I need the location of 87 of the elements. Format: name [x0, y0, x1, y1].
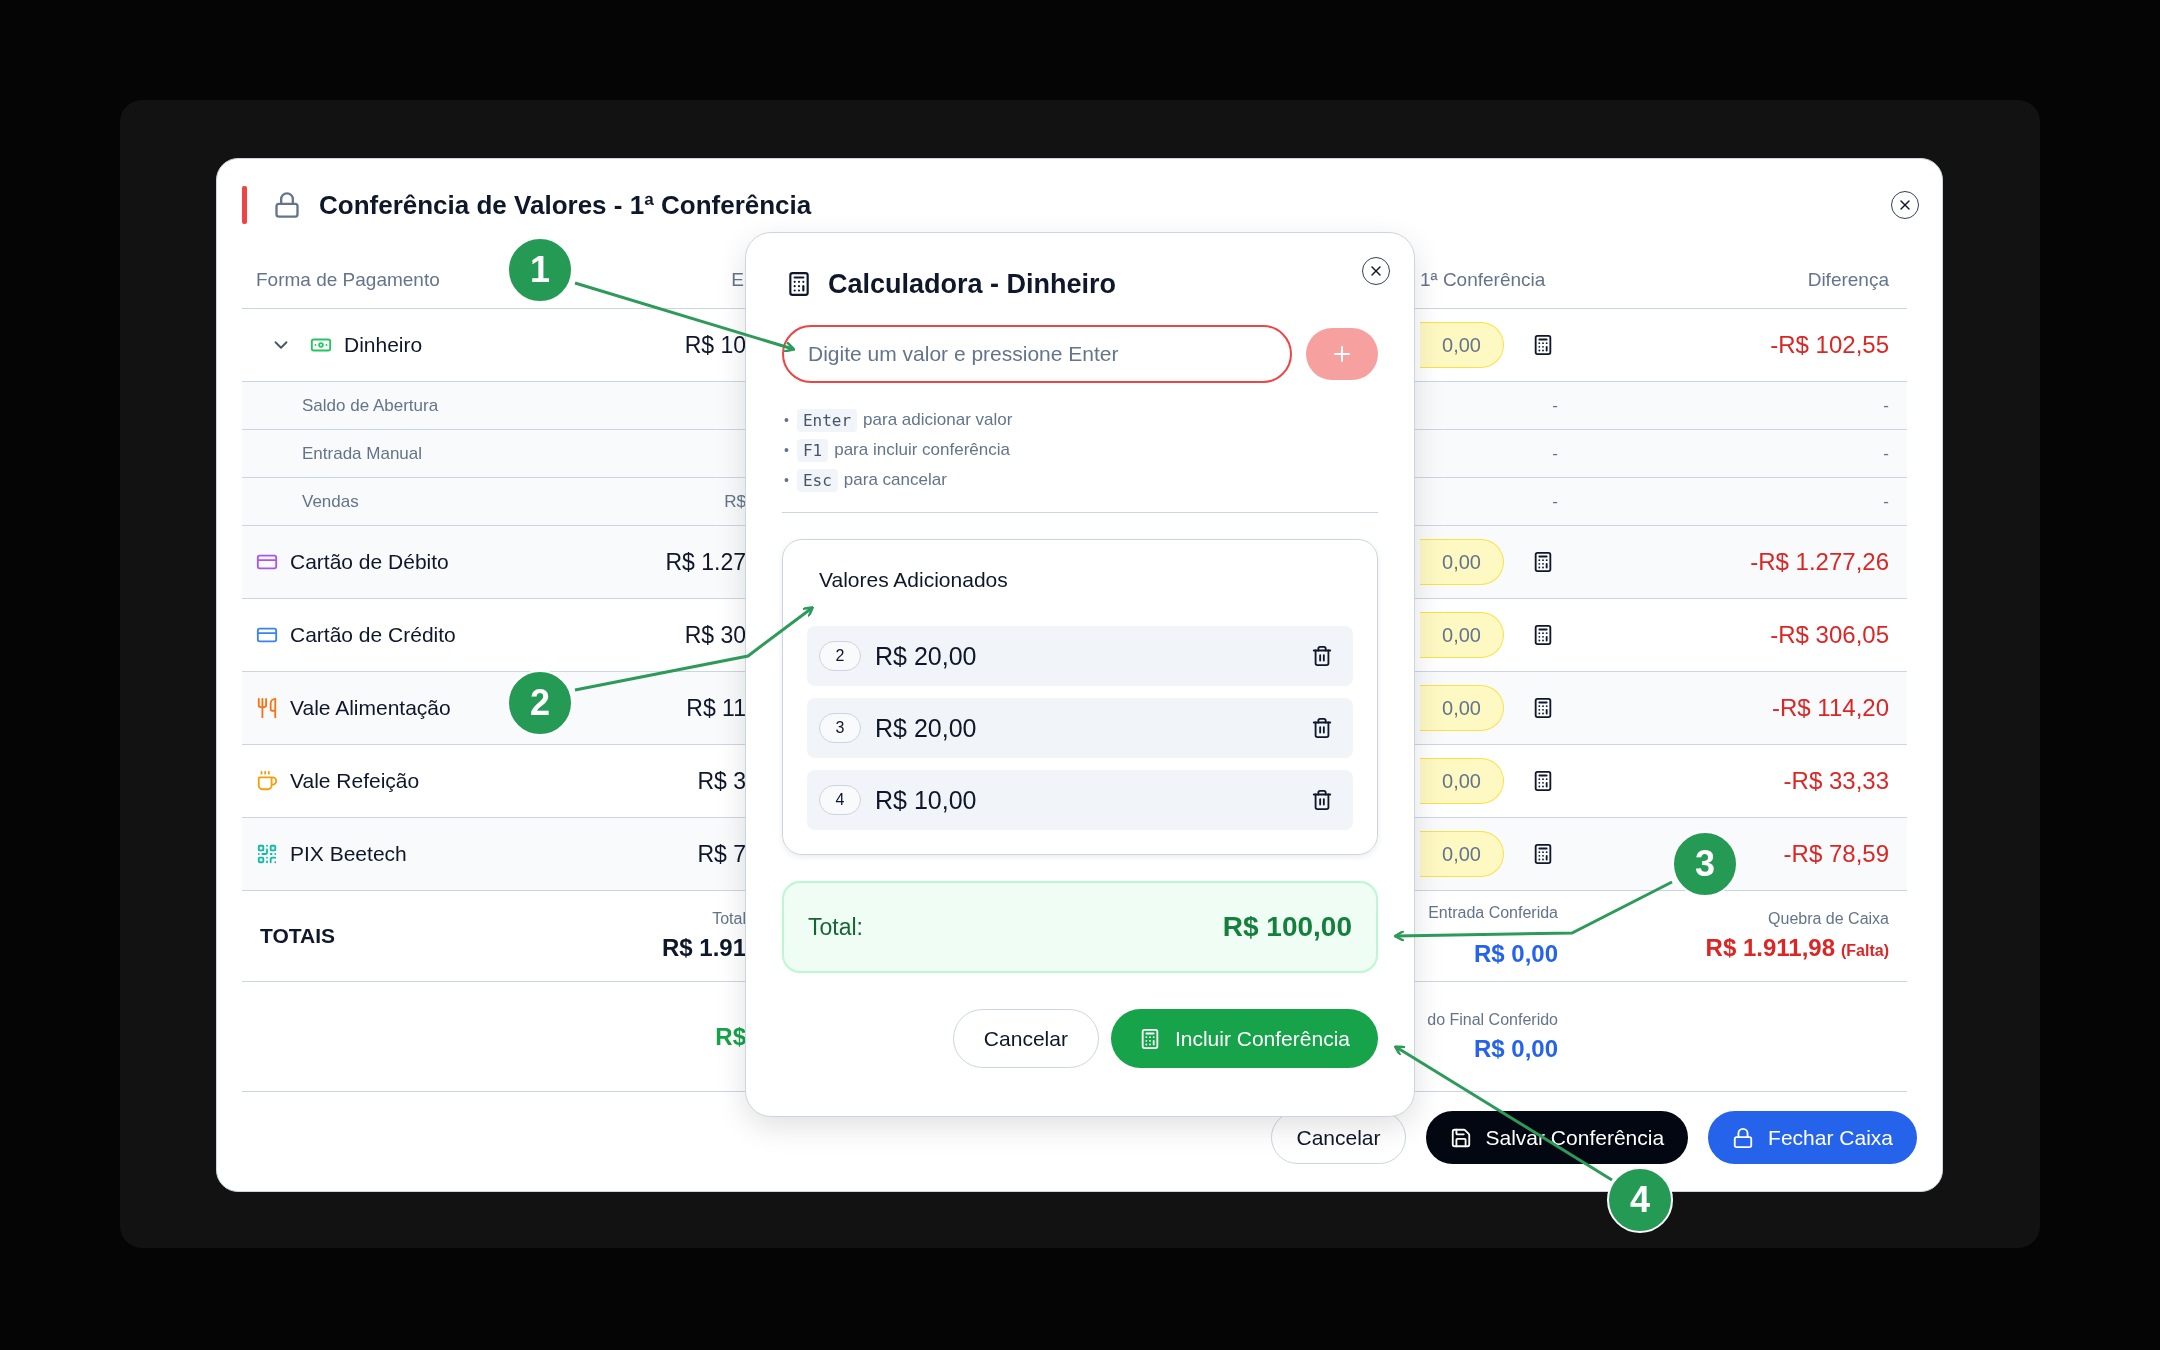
- shortage-note: (Falta): [1841, 942, 1889, 960]
- total-label: Total:: [808, 913, 863, 941]
- expected-value: R$ 7: [697, 840, 746, 868]
- amount-field[interactable]: 0,00: [1420, 758, 1504, 804]
- shortcut-hint: Esc para cancelar: [796, 467, 947, 493]
- footer-button[interactable]: Salvar Conferência: [1425, 1111, 1689, 1164]
- calculator-icon[interactable]: [1532, 551, 1554, 573]
- difference-value: -R$ 1.277,26: [1750, 548, 1889, 576]
- detail-label: Entrada Manual: [302, 443, 423, 464]
- column-header: Forma de Pagamento: [256, 268, 440, 290]
- dialog-button[interactable]: Incluir Conferência: [1110, 1009, 1378, 1068]
- index-badge: 4: [819, 785, 861, 815]
- expected-value: R$: [724, 491, 746, 512]
- calculator-icon[interactable]: [1532, 624, 1554, 646]
- payment-method: Cartão de Crédito: [290, 623, 456, 647]
- accent-bar: [242, 186, 247, 224]
- calculator-icon[interactable]: [1532, 770, 1554, 792]
- difference-value: -R$ 114,20: [1772, 694, 1889, 722]
- amount-field[interactable]: 0,00: [1420, 831, 1504, 877]
- difference-value: -R$ 33,33: [1783, 767, 1889, 795]
- counted-value: -: [1552, 443, 1558, 464]
- final-value: R$: [715, 1022, 746, 1051]
- values-title: Valores Adicionados: [819, 568, 1009, 592]
- dialog-button[interactable]: Cancelar: [952, 1009, 1099, 1068]
- delete-icon[interactable]: [1311, 717, 1333, 739]
- total-caption: Entrada Conferida: [1428, 904, 1558, 922]
- difference-value: -: [1883, 491, 1889, 512]
- calculator-icon: [786, 271, 812, 297]
- difference-value: -: [1883, 443, 1889, 464]
- total-amount: R$ 100,00: [1222, 911, 1352, 943]
- amount-field[interactable]: 0,00: [1420, 322, 1504, 368]
- save-icon: [1449, 1126, 1472, 1149]
- value-amount: R$ 20,00: [875, 713, 978, 743]
- amount-field[interactable]: 0,00: [1420, 685, 1504, 731]
- calculator-icon[interactable]: [1532, 334, 1554, 356]
- calculator-icon[interactable]: [1532, 697, 1554, 719]
- column-header: E: [730, 268, 745, 291]
- total-caption: Total: [712, 910, 746, 928]
- shortcut-hint: F1 para incluir conferência: [796, 437, 1010, 463]
- delete-icon[interactable]: [1311, 645, 1333, 667]
- lock-icon: [1732, 1126, 1755, 1149]
- index-badge: 3: [819, 713, 861, 743]
- close-button[interactable]: [1891, 191, 1919, 219]
- calculator-icon[interactable]: [1532, 843, 1554, 865]
- lock-icon: [273, 191, 301, 219]
- value-amount: R$ 20,00: [875, 641, 978, 671]
- dialog-title: Conferência de Valores - 1ª Conferência: [319, 189, 812, 221]
- expected-value: R$ 10: [684, 331, 746, 359]
- value-input[interactable]: Digite um valor e pressione Enter: [782, 325, 1292, 383]
- total-caption: Quebra de Caixa: [1768, 910, 1889, 928]
- counted-value: -: [1552, 491, 1558, 512]
- expected-value: R$ 30: [684, 621, 746, 649]
- total-value: R$ 1.91: [661, 934, 746, 962]
- column-header: 1ª Conferência: [1420, 268, 1547, 291]
- list-bullet: •: [784, 412, 789, 428]
- column-header: Diferença: [1806, 268, 1890, 291]
- total-value: R$ 1.911,98: [1705, 934, 1835, 962]
- shortcut-hint: Enter para adicionar valor: [796, 407, 1013, 433]
- detail-label: Saldo de Abertura: [302, 395, 439, 416]
- expected-value: R$ 11: [686, 694, 746, 722]
- counted-value: -: [1552, 395, 1558, 416]
- close-button[interactable]: [1362, 257, 1390, 285]
- amount-field[interactable]: 0,00: [1420, 539, 1504, 585]
- difference-value: -: [1883, 395, 1889, 416]
- index-badge: 2: [819, 641, 861, 671]
- total-caption: do Final Conferido: [1427, 1010, 1558, 1029]
- difference-value: -R$ 306,05: [1770, 621, 1889, 649]
- payment-method: PIX Beetech: [290, 842, 407, 866]
- list-bullet: •: [784, 442, 789, 458]
- payment-method: Vale Refeição: [290, 769, 420, 793]
- totals-label: TOTAIS: [259, 924, 337, 948]
- expected-value: R$ 1.27: [665, 548, 746, 576]
- footer-button[interactable]: Fechar Caixa: [1708, 1111, 1917, 1164]
- final-value: R$ 0,00: [1473, 1034, 1558, 1063]
- list-bullet: •: [784, 472, 789, 488]
- payment-method: Dinheiro: [344, 333, 423, 357]
- calculator-title: Calculadora - Dinheiro: [828, 268, 1117, 300]
- amount-field[interactable]: 0,00: [1420, 612, 1504, 658]
- difference-value: -R$ 102,55: [1770, 331, 1889, 359]
- expected-value: R$ 3: [697, 767, 746, 795]
- value-amount: R$ 10,00: [875, 785, 978, 815]
- payment-method: Cartão de Débito: [290, 550, 449, 574]
- difference-value: -R$ 78,59: [1783, 840, 1889, 868]
- payment-method: Vale Alimentação: [290, 696, 451, 720]
- total-value: R$ 0,00: [1473, 940, 1558, 968]
- detail-label: Vendas: [302, 491, 359, 512]
- delete-icon[interactable]: [1311, 789, 1333, 811]
